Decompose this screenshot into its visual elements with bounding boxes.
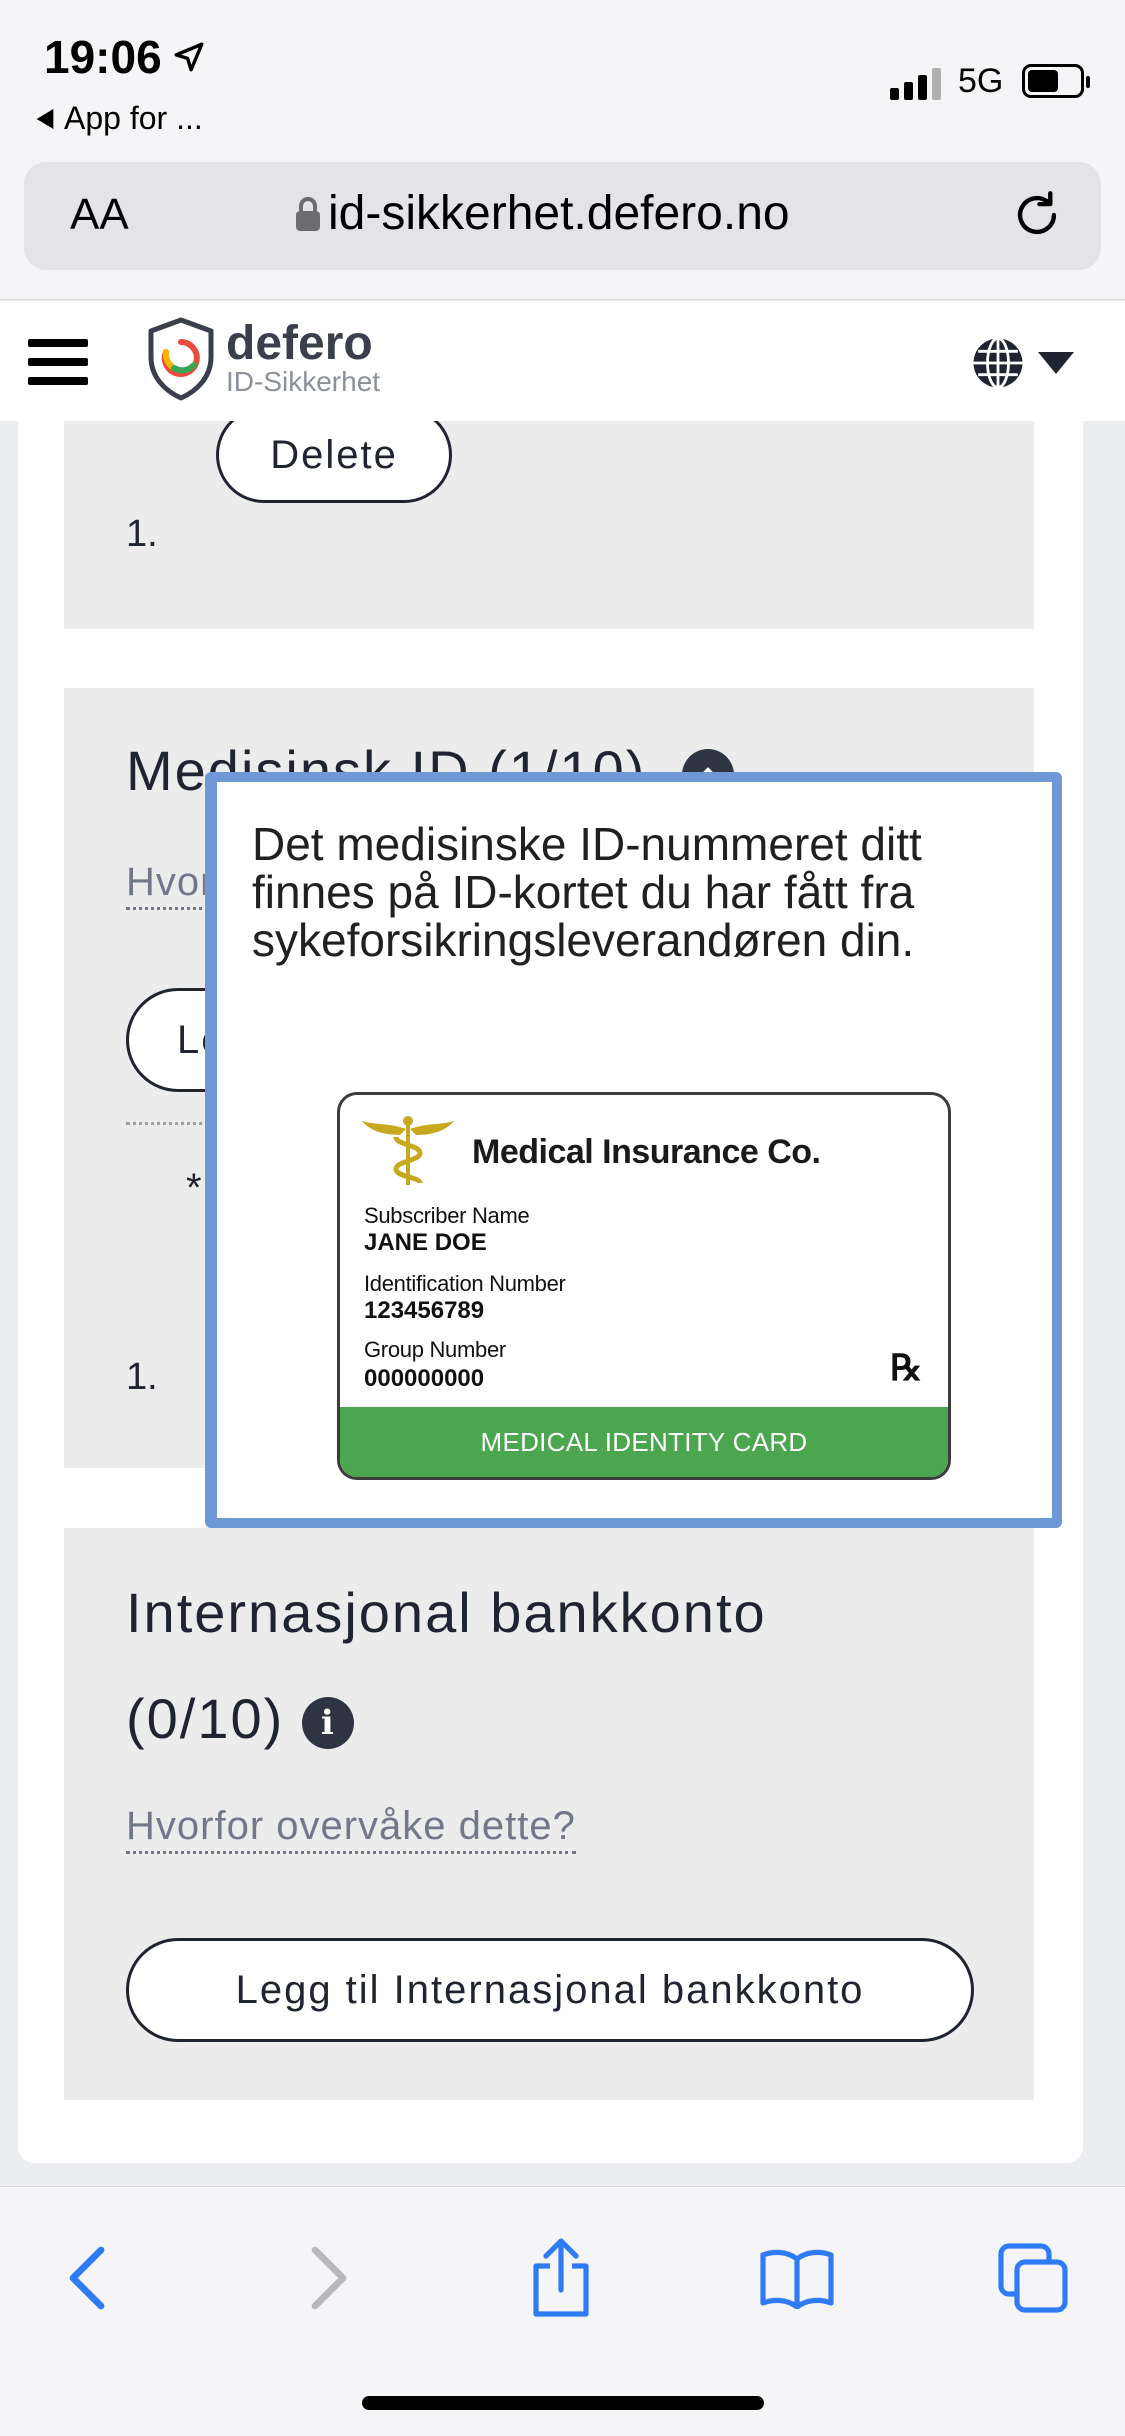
tabs-icon[interactable]	[988, 2233, 1078, 2323]
logo-subtitle: ID-Sikkerhet	[226, 366, 381, 397]
rx-icon: ℞	[890, 1347, 923, 1389]
delete-button[interactable]: Delete	[216, 407, 452, 503]
text-size-button[interactable]: AA	[70, 190, 129, 240]
url-field[interactable]: id-sikkerhet.defero.no	[294, 186, 854, 241]
card-subscriber-label: Subscriber Name	[364, 1203, 530, 1228]
signal-icon	[890, 68, 941, 100]
browser-address-area: AA id-sikkerhet.defero.no	[0, 150, 1125, 300]
card-company-name: Medical Insurance Co.	[472, 1133, 821, 1171]
card-id-label: Identification Number	[364, 1271, 566, 1296]
list-number: 1.	[126, 1356, 158, 1398]
caret-down-icon	[1038, 352, 1074, 374]
battery-icon	[1022, 64, 1090, 98]
medical-card-image: Medical Insurance Co. Subscriber Name JA…	[337, 1092, 951, 1480]
intl-bank-heading-line2: (0/10) i	[126, 1686, 355, 1751]
card-id-value: 123456789	[364, 1297, 485, 1324]
logo-brand: defero	[226, 317, 373, 370]
info-icon[interactable]: i	[302, 1697, 355, 1750]
location-arrow-icon	[174, 42, 204, 72]
globe-icon	[973, 337, 1023, 389]
card-subscriber-value: JANE DOE	[364, 1229, 487, 1256]
bookmarks-icon[interactable]	[752, 2233, 842, 2323]
site-header: defero ID-Sikkerhet	[0, 301, 1125, 421]
why-monitor-link[interactable]: Hvorfor overvåke dette?	[126, 1804, 576, 1854]
language-selector[interactable]	[970, 335, 1074, 391]
back-triangle-icon	[36, 108, 54, 129]
intl-bank-section: Internasjonal bankkonto (0/10) i Hvorfor …	[64, 1528, 1034, 2100]
intl-bank-heading-line1: Internasjonal bankkonto	[126, 1581, 767, 1644]
previous-section: Delete 1.	[64, 407, 1034, 629]
hamburger-menu-icon[interactable]	[28, 339, 88, 385]
address-bar[interactable]: AA id-sikkerhet.defero.no	[24, 162, 1101, 270]
lock-icon	[296, 196, 320, 231]
site-logo[interactable]: defero ID-Sikkerhet	[146, 317, 380, 401]
status-time: 19:06	[44, 30, 206, 84]
card-footer: MEDICAL IDENTITY CARD	[340, 1407, 948, 1477]
logo-text: defero ID-Sikkerhet	[226, 317, 381, 397]
back-chevron-icon[interactable]	[42, 2233, 132, 2323]
card-group-label: Group Number	[364, 1337, 506, 1362]
reload-icon[interactable]	[1008, 186, 1066, 249]
shield-logo-icon	[148, 317, 214, 401]
network-label: 5G	[958, 62, 1004, 100]
status-bar: 19:06 App for ... 5G	[0, 0, 1125, 150]
caduceus-icon	[362, 1116, 454, 1185]
info-tooltip: Det medisinske ID-nummeret ditt finnes p…	[205, 772, 1062, 1528]
add-intl-bank-button[interactable]: Legg til Internasjonal bankkonto	[126, 1938, 974, 2042]
tooltip-body: Det medisinske ID-nummeret ditt finnes p…	[217, 782, 1052, 1518]
share-icon[interactable]	[516, 2233, 606, 2323]
forward-chevron-icon	[284, 2233, 374, 2323]
home-indicator	[362, 2396, 764, 2410]
back-to-app-link[interactable]: App for ...	[36, 100, 203, 137]
tooltip-text: Det medisinske ID-nummeret ditt finnes p…	[252, 818, 922, 966]
card-group-value: 000000000	[364, 1365, 485, 1392]
list-number: 1.	[126, 513, 158, 555]
masked-value: *	[186, 1166, 202, 1210]
